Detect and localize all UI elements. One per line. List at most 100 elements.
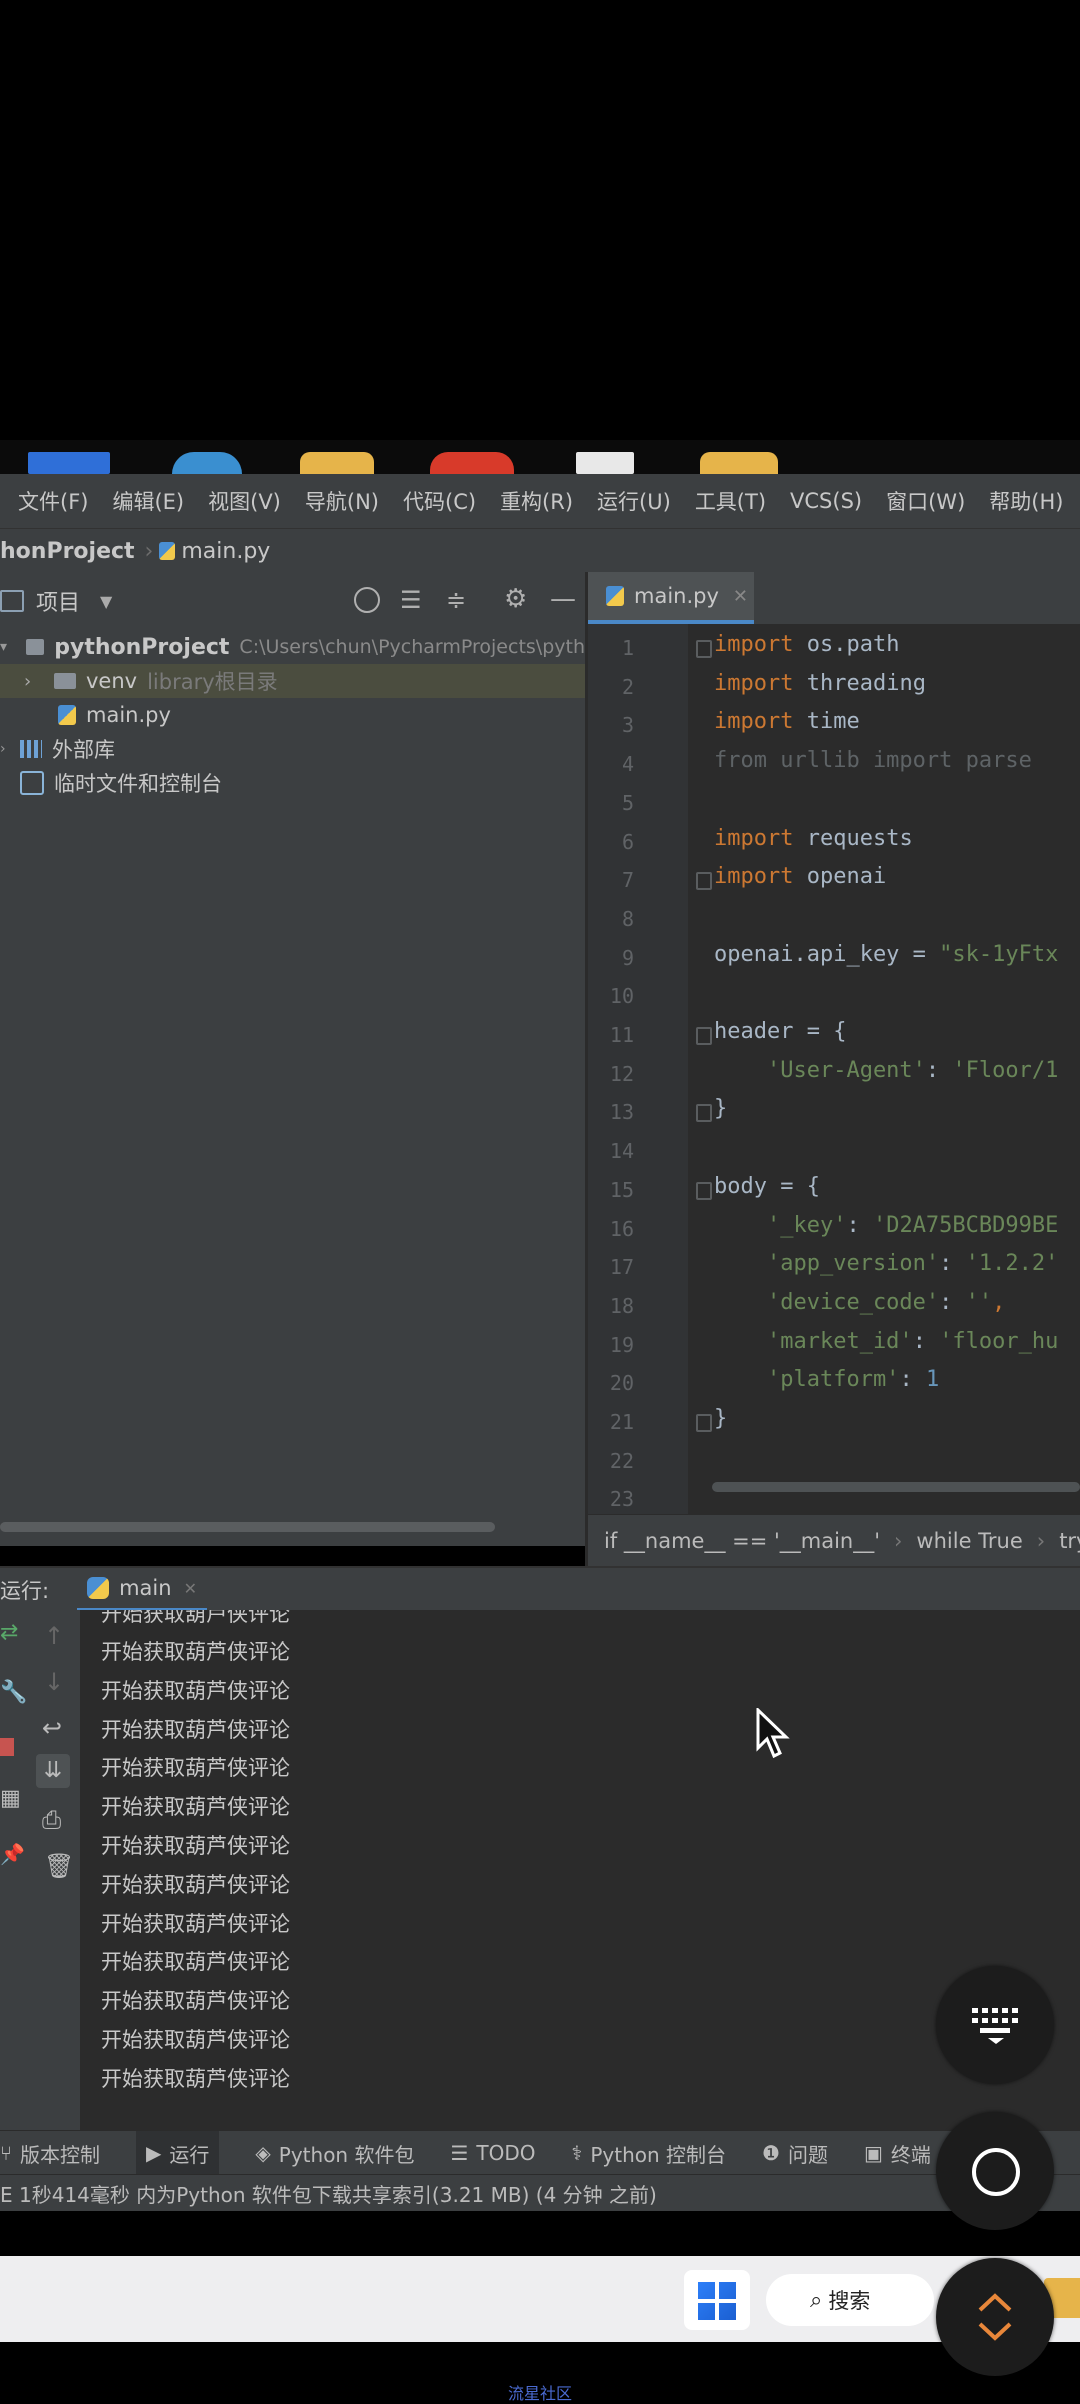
- run-tab-main[interactable]: main ✕: [77, 1568, 207, 1612]
- code-token: os.path: [793, 632, 900, 657]
- fold-marker-icon[interactable]: [696, 1414, 712, 1432]
- terminal-icon: ▣: [863, 2141, 883, 2165]
- tool-python-console[interactable]: ⚕ Python 控制台: [572, 2139, 727, 2168]
- keyboard-button[interactable]: [936, 1966, 1054, 2084]
- tool-run[interactable]: ▶ 运行: [136, 2131, 220, 2175]
- expanded-arrow-icon[interactable]: ▾: [0, 639, 14, 655]
- code-editor[interactable]: 1 2 3 4 5 6 7 8 9 10 11 12 13 14 15 16 17 18 19 20 21 22 23 im…: [588, 624, 1080, 1514]
- horizontal-scrollbar[interactable]: [0, 1522, 495, 1532]
- tree-item-main-py[interactable]: main.py: [0, 698, 585, 732]
- python-file-icon: [606, 586, 624, 606]
- app-icon-folder[interactable]: [300, 452, 374, 474]
- taskbar-search[interactable]: ⌕ 搜索: [766, 2274, 934, 2326]
- line-number: 23: [609, 1487, 634, 1512]
- root-name: pythonProject: [54, 634, 230, 660]
- stop-icon[interactable]: [0, 1738, 14, 1756]
- breadcrumb-try[interactable]: try: [1059, 1529, 1080, 1553]
- app-icon-blue[interactable]: [28, 452, 110, 474]
- status-bar: E 1秒414毫秒 内为Python 软件包下载共享索引(3.21 MB) (4…: [0, 2174, 1080, 2211]
- menu-edit[interactable]: 编辑(E): [112, 486, 184, 516]
- console-line: 开始获取葫芦侠评论: [101, 1678, 290, 1703]
- collapse-all-icon[interactable]: ≑: [446, 586, 466, 614]
- locate-icon[interactable]: [354, 587, 380, 613]
- close-icon[interactable]: ✕: [733, 586, 748, 607]
- code-token: requests: [793, 825, 913, 851]
- tool-problems[interactable]: ❶ 问题: [762, 2139, 828, 2168]
- editor-horizontal-scrollbar[interactable]: [712, 1482, 1080, 1492]
- console-output[interactable]: 开始获取葫芦侠评论 开始获取葫芦侠评论 开始获取葫芦侠评论 开始获取葫芦侠评论 开始获…: [80, 1610, 1080, 2130]
- line-number: 20: [609, 1371, 634, 1396]
- editor-tabs: main.py ✕: [588, 572, 1080, 625]
- line-number: 17: [609, 1255, 634, 1280]
- home-button[interactable]: [936, 2112, 1054, 2230]
- collapsed-arrow-icon[interactable]: ›: [0, 741, 16, 757]
- vcs-icon: ⑂: [0, 2141, 12, 2165]
- console-line: 开始获取葫芦侠评论: [101, 1872, 290, 1897]
- code-token: threading: [793, 670, 926, 696]
- rerun-icon[interactable]: ⇄: [0, 1620, 18, 1645]
- collapsed-arrow-icon[interactable]: ›: [24, 671, 42, 692]
- fold-marker-icon[interactable]: [696, 1104, 712, 1123]
- menu-help[interactable]: 帮助(H): [989, 486, 1063, 516]
- windows-start-icon[interactable]: [684, 2270, 750, 2330]
- tool-vcs[interactable]: ⑂ 版本控制: [0, 2139, 100, 2168]
- code-line: import requests: [714, 826, 913, 851]
- expand-all-icon[interactable]: ☰: [400, 586, 422, 614]
- breadcrumb-project[interactable]: honProject: [0, 539, 135, 564]
- menu-window[interactable]: 窗口(W): [886, 486, 965, 516]
- tool-todo-label: TODO: [476, 2141, 536, 2165]
- scroll-to-end-icon[interactable]: ⇊: [36, 1754, 70, 1788]
- fold-marker-icon[interactable]: [696, 1027, 712, 1045]
- app-icon-document[interactable]: [576, 452, 634, 474]
- tree-item-venv[interactable]: › venv library根目录: [0, 664, 585, 698]
- scroll-button[interactable]: [936, 2258, 1054, 2376]
- fold-marker-icon[interactable]: [696, 872, 712, 891]
- project-panel-title[interactable]: 项目: [36, 585, 80, 617]
- breadcrumb-file[interactable]: main.py: [181, 539, 270, 564]
- tree-item-external-libraries[interactable]: › 外部库: [0, 732, 585, 766]
- app-icon-red[interactable]: [430, 452, 514, 474]
- arrow-down-icon[interactable]: ↓: [44, 1668, 64, 1696]
- menu-view[interactable]: 视图(V): [208, 486, 281, 516]
- tool-python-packages[interactable]: ◈ Python 软件包: [255, 2139, 414, 2168]
- tab-main-py[interactable]: main.py ✕: [588, 572, 754, 624]
- status-text[interactable]: E 1秒414毫秒 内为Python 软件包下载共享索引(3.21 MB) (4…: [0, 2179, 657, 2208]
- pin-icon[interactable]: 📌: [0, 1842, 25, 1866]
- code-token: }: [714, 1406, 728, 1431]
- gear-icon[interactable]: ⚙: [504, 584, 527, 614]
- fold-marker-icon[interactable]: [696, 640, 712, 658]
- tree-item-scratches[interactable]: 临时文件和控制台: [0, 766, 585, 800]
- menu-run[interactable]: 运行(U): [597, 486, 671, 516]
- tool-terminal[interactable]: ▣ 终端: [864, 2139, 931, 2168]
- menu-vcs[interactable]: VCS(S): [790, 489, 862, 513]
- fold-marker-icon[interactable]: [696, 1181, 712, 1200]
- menu-tools[interactable]: 工具(T): [695, 486, 766, 516]
- tree-item-root[interactable]: ▾ pythonProject C:\Users\chun\PycharmPro…: [0, 630, 585, 664]
- wrench-icon[interactable]: 🔧: [0, 1680, 27, 1705]
- code-token: 1: [925, 1367, 940, 1393]
- scratches-label: 临时文件和控制台: [54, 772, 222, 796]
- code-token: 'D2A75BCBD99BE: [872, 1212, 1059, 1238]
- arrow-up-icon[interactable]: ↑: [44, 1622, 64, 1650]
- breadcrumb-separator-icon: ›: [1036, 1529, 1046, 1553]
- trash-icon[interactable]: 🗑: [44, 1852, 74, 1880]
- breadcrumb-if-main[interactable]: if __name__ == '__main__': [604, 1529, 880, 1553]
- print-icon[interactable]: ⎙: [42, 1806, 61, 1834]
- soft-wrap-icon[interactable]: ↩: [42, 1714, 62, 1742]
- menu-code[interactable]: 代码(C): [403, 486, 476, 516]
- app-icon-folder-2[interactable]: [700, 452, 778, 474]
- code-line: import threading: [714, 671, 926, 696]
- app-icon-globe[interactable]: [172, 452, 242, 474]
- minimize-icon[interactable]: —: [550, 584, 576, 614]
- code-token: '': [965, 1289, 993, 1315]
- breadcrumb-while-true[interactable]: while True: [916, 1529, 1022, 1553]
- chevron-down-icon[interactable]: ▼: [100, 592, 112, 611]
- tool-todo[interactable]: ☰ TODO: [450, 2141, 535, 2165]
- code-token: 'device_code': [714, 1289, 940, 1315]
- close-icon[interactable]: ✕: [184, 1579, 197, 1598]
- code-token: :: [939, 1289, 966, 1315]
- layout-icon[interactable]: ▦: [0, 1786, 21, 1811]
- menu-refactor[interactable]: 重构(R): [500, 486, 573, 516]
- menu-navigate[interactable]: 导航(N): [305, 486, 379, 516]
- menu-file[interactable]: 文件(F): [18, 486, 88, 516]
